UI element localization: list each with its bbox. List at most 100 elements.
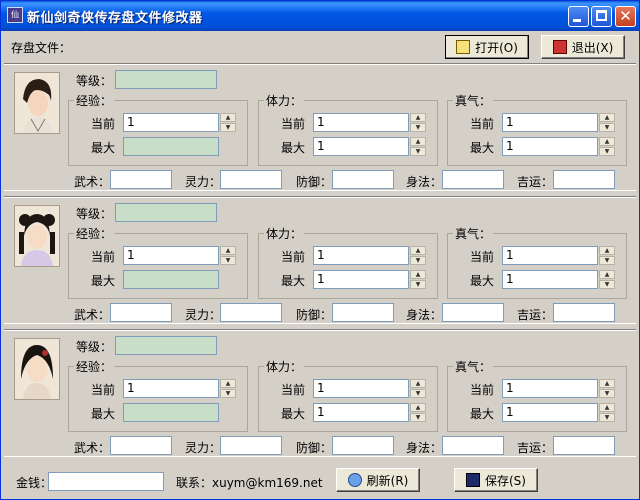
refresh-button[interactable]: 刷新(R) <box>336 468 420 492</box>
spin-down-arrow-icon[interactable]: ▼ <box>410 123 426 132</box>
spin-down-arrow-icon[interactable]: ▼ <box>599 256 615 265</box>
mp-current-spinner[interactable]: ▲ ▼ <box>599 246 615 265</box>
minimize-button[interactable] <box>568 6 589 27</box>
spin-up-arrow-icon[interactable]: ▲ <box>599 270 615 279</box>
maximize-button[interactable] <box>591 6 612 27</box>
mp-current-spinner[interactable]: ▲ ▼ <box>599 113 615 132</box>
mp-max-label: 最大 <box>470 274 495 288</box>
mp-group: 真气： 当前 1 ▲ ▼ 最大 1 ▲ ▼ <box>447 225 627 299</box>
exp-current-field[interactable]: 1 <box>123 113 219 132</box>
fangyu-field[interactable] <box>332 436 394 455</box>
spin-up-arrow-icon[interactable]: ▲ <box>599 403 615 412</box>
exp-current-field[interactable]: 1 <box>123 246 219 265</box>
lingli-field[interactable] <box>220 436 282 455</box>
spin-up-arrow-icon[interactable]: ▲ <box>410 137 426 146</box>
spin-down-arrow-icon[interactable]: ▼ <box>410 389 426 398</box>
hp-current-field[interactable]: 1 <box>313 379 409 398</box>
spin-down-arrow-icon[interactable]: ▼ <box>220 389 236 398</box>
spin-up-arrow-icon[interactable]: ▲ <box>599 246 615 255</box>
mp-max-spinner[interactable]: ▲ ▼ <box>599 270 615 289</box>
spin-up-arrow-icon[interactable]: ▲ <box>410 246 426 255</box>
hp-max-spinner[interactable]: ▲ ▼ <box>410 403 426 422</box>
spin-down-arrow-icon[interactable]: ▼ <box>599 389 615 398</box>
exp-max-field[interactable] <box>123 137 219 156</box>
wushu-field[interactable] <box>110 436 172 455</box>
wushu-field[interactable] <box>110 170 172 189</box>
spin-up-arrow-icon[interactable]: ▲ <box>410 379 426 388</box>
open-folder-icon <box>456 40 471 54</box>
exp-current-label: 当前 <box>91 383 116 397</box>
mp-max-field[interactable]: 1 <box>502 403 598 422</box>
hp-current-spinner[interactable]: ▲ ▼ <box>410 113 426 132</box>
spin-down-arrow-icon[interactable]: ▼ <box>410 280 426 289</box>
spin-up-arrow-icon[interactable]: ▲ <box>220 379 236 388</box>
spin-down-arrow-icon[interactable]: ▼ <box>599 123 615 132</box>
shenfa-field[interactable] <box>442 436 504 455</box>
mp-max-spinner[interactable]: ▲ ▼ <box>599 137 615 156</box>
spin-up-arrow-icon[interactable]: ▲ <box>220 113 236 122</box>
spin-down-arrow-icon[interactable]: ▼ <box>599 147 615 156</box>
shenfa-field[interactable] <box>442 303 504 322</box>
mp-max-field[interactable]: 1 <box>502 270 598 289</box>
spin-up-arrow-icon[interactable]: ▲ <box>599 113 615 122</box>
fangyu-field[interactable] <box>332 170 394 189</box>
hp-current-field[interactable]: 1 <box>313 113 409 132</box>
mp-current-spinner[interactable]: ▲ ▼ <box>599 379 615 398</box>
money-field[interactable] <box>48 472 164 491</box>
close-button[interactable]: ✕ <box>615 6 636 27</box>
hp-current-spinner[interactable]: ▲ ▼ <box>410 379 426 398</box>
spin-up-arrow-icon[interactable]: ▲ <box>599 379 615 388</box>
spin-down-arrow-icon[interactable]: ▼ <box>410 413 426 422</box>
level-field[interactable] <box>115 336 217 355</box>
jiyun-field[interactable] <box>553 436 615 455</box>
open-button[interactable]: 打开(O) <box>445 35 529 59</box>
title-bar[interactable]: 仙 新仙剑奇侠传存盘文件修改器 ✕ <box>1 1 639 31</box>
exp-current-spinner[interactable]: ▲ ▼ <box>220 379 236 398</box>
hp-max-spinner[interactable]: ▲ ▼ <box>410 270 426 289</box>
exp-current-field[interactable]: 1 <box>123 379 219 398</box>
level-field[interactable] <box>115 203 217 222</box>
mp-current-field[interactable]: 1 <box>502 379 598 398</box>
app-icon[interactable]: 仙 <box>7 7 23 23</box>
spin-down-arrow-icon[interactable]: ▼ <box>599 280 615 289</box>
fangyu-label: 防御： <box>296 308 333 322</box>
mp-max-field[interactable]: 1 <box>502 137 598 156</box>
lingli-field[interactable] <box>220 303 282 322</box>
hp-current-field[interactable]: 1 <box>313 246 409 265</box>
exit-button[interactable]: 退出(X) <box>541 35 625 59</box>
spin-down-arrow-icon[interactable]: ▼ <box>220 256 236 265</box>
exp-current-spinner[interactable]: ▲ ▼ <box>220 113 236 132</box>
spin-down-arrow-icon[interactable]: ▼ <box>410 147 426 156</box>
exp-max-field[interactable] <box>123 270 219 289</box>
level-field[interactable] <box>115 70 217 89</box>
mp-current-field[interactable]: 1 <box>502 113 598 132</box>
hp-max-field[interactable]: 1 <box>313 137 409 156</box>
jiyun-field[interactable] <box>553 170 615 189</box>
spin-down-arrow-icon[interactable]: ▼ <box>220 123 236 132</box>
fangyu-field[interactable] <box>332 303 394 322</box>
save-button[interactable]: 保存(S) <box>454 468 538 492</box>
footer-bar: 金钱： 联系：xuym@km169.net 刷新(R) 保存(S) <box>4 461 636 498</box>
spin-down-arrow-icon[interactable]: ▼ <box>410 256 426 265</box>
spin-up-arrow-icon[interactable]: ▲ <box>220 246 236 255</box>
spin-up-arrow-icon[interactable]: ▲ <box>410 113 426 122</box>
wushu-field[interactable] <box>110 303 172 322</box>
hp-max-field[interactable]: 1 <box>313 403 409 422</box>
hp-max-field[interactable]: 1 <box>313 270 409 289</box>
exp-current-spinner[interactable]: ▲ ▼ <box>220 246 236 265</box>
spin-down-arrow-icon[interactable]: ▼ <box>599 413 615 422</box>
jiyun-field[interactable] <box>553 303 615 322</box>
lin-yueru-portrait <box>14 338 60 400</box>
hp-max-spinner[interactable]: ▲ ▼ <box>410 137 426 156</box>
hp-current-spinner[interactable]: ▲ ▼ <box>410 246 426 265</box>
mp-current-field[interactable]: 1 <box>502 246 598 265</box>
lingli-field[interactable] <box>220 170 282 189</box>
mp-max-spinner[interactable]: ▲ ▼ <box>599 403 615 422</box>
shenfa-field[interactable] <box>442 170 504 189</box>
exp-max-field[interactable] <box>123 403 219 422</box>
hp-max-label: 最大 <box>281 407 306 421</box>
spin-up-arrow-icon[interactable]: ▲ <box>410 403 426 412</box>
spin-up-arrow-icon[interactable]: ▲ <box>410 270 426 279</box>
mp-max-label: 最大 <box>470 407 495 421</box>
spin-up-arrow-icon[interactable]: ▲ <box>599 137 615 146</box>
